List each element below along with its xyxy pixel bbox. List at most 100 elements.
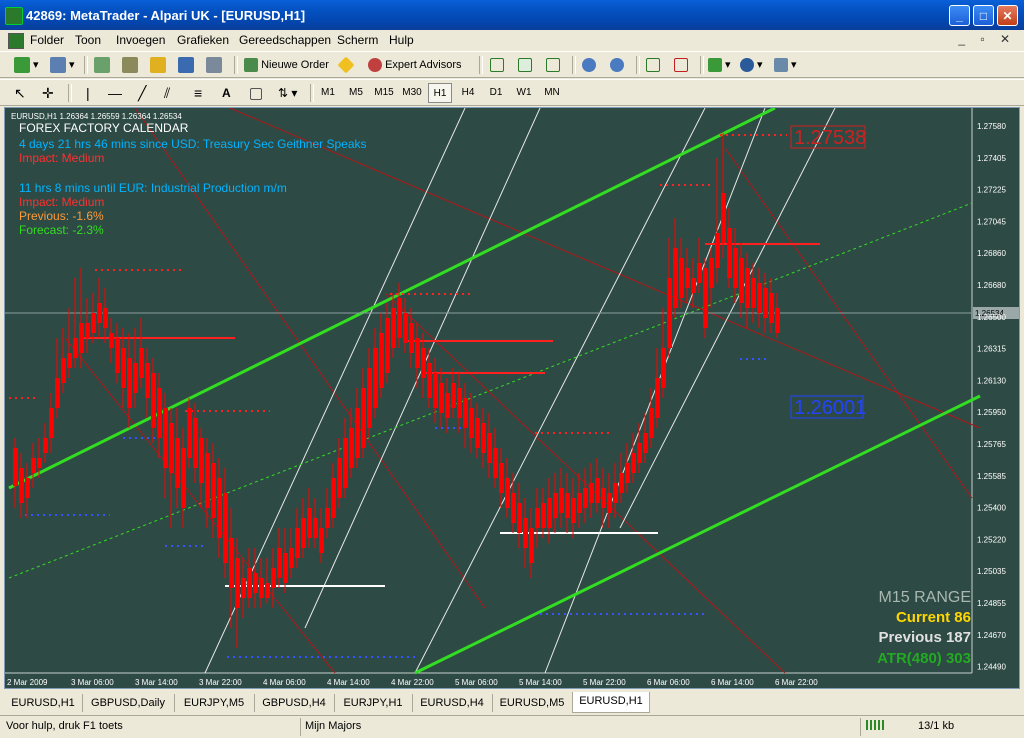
chart-window-icon[interactable] [8,33,24,49]
y-axis-tick-label: 1.26130 [977,376,1006,385]
expert-advisors-label: Expert Advisors [385,59,462,71]
expert-advisors-icon [368,58,382,73]
market-watch-icon[interactable] [94,55,110,75]
candle-body [427,363,432,398]
candlestick-chart-icon[interactable] [518,55,532,75]
tab-eurjpy-h1[interactable]: EURJPY,H1 [334,694,413,712]
candle-body [409,323,414,353]
fibonacci-icon[interactable]: ≡ [194,83,202,103]
candle-body [367,368,372,428]
horizontal-line-icon[interactable]: — [108,83,122,103]
candle-body [199,438,204,483]
navigator-icon[interactable] [150,55,166,75]
tab-eurusd-h1[interactable]: EURUSD,H1 [572,692,650,713]
candle-body [73,338,78,358]
periods-icon[interactable]: ▾ [740,55,763,75]
candle-body [283,553,288,583]
text-tool-icon[interactable]: A [222,83,231,103]
y-axis-tick-label: 1.25765 [977,440,1006,449]
tab-eurusd-m5[interactable]: EURUSD,M5 [492,694,573,712]
terminal-icon[interactable] [178,55,194,75]
timeframe-m5[interactable]: M5 [344,83,368,103]
expert-advisor-warning-icon[interactable] [337,55,355,75]
y-axis-tick-label: 1.24855 [977,599,1006,608]
indicators-icon[interactable]: ▾ [708,55,731,75]
candle-body [553,493,558,518]
x-axis-tick-label: 3 Mar 14:00 [135,678,178,687]
y-axis-tick-label: 1.26500 [977,313,1006,322]
timeframe-w1[interactable]: W1 [512,83,536,103]
cursor-icon[interactable]: ↖ [14,83,26,103]
bar-chart-icon[interactable] [490,55,504,75]
crosshair-icon[interactable]: ✛ [42,83,54,103]
minimize-button[interactable]: _ [949,5,970,26]
candle-body [739,258,744,303]
tab-gbpusd-daily[interactable]: GBPUSD,Daily [82,694,175,712]
tab-eurusd-h1[interactable]: EURUSD,H1 [4,694,83,712]
timeframe-d1[interactable]: D1 [484,83,508,103]
arrows-icon[interactable]: ⇅ ▾ [278,83,297,103]
data-window-icon[interactable] [122,55,138,75]
candle-body [445,393,450,418]
menu-hulp[interactable]: Hulp [389,33,414,47]
timeframe-m15[interactable]: M15 [372,83,396,103]
timeframe-h4[interactable]: H4 [456,83,480,103]
new-chart-icon[interactable]: ▾ [14,55,39,75]
candle-body [349,428,354,468]
mdi-window-buttons[interactable]: _ ▫ ✕ [958,32,1016,46]
candle-body [85,323,90,338]
candle-body [655,378,660,418]
strategy-tester-icon[interactable] [206,55,222,75]
candle-body [55,378,60,408]
candle-body [31,458,36,473]
profiles-icon[interactable]: ▾ [50,55,75,75]
chart-shift-icon[interactable] [674,55,688,75]
close-button[interactable]: ✕ [997,5,1018,26]
new-order-button[interactable]: Nieuwe Order [244,55,329,75]
candle-body [469,408,474,438]
expert-advisors-button[interactable]: Expert Advisors [368,55,461,75]
candle-body [265,583,270,598]
timeframe-m1[interactable]: M1 [316,83,340,103]
menu-invoegen[interactable]: Invoegen [116,33,165,47]
timeframe-mn[interactable]: MN [540,83,564,103]
candle-body [637,443,642,463]
timeframe-h1[interactable]: H1 [428,83,452,103]
menu-folder[interactable]: Folder [30,33,64,47]
x-axis-tick-label: 5 Mar 14:00 [519,678,562,687]
chart-window[interactable]: 1.27538 1.26001 1.26534 EURUSD,H1 1.2636… [4,106,1020,689]
tab-gbpusd-h4[interactable]: GBPUSD,H4 [254,694,335,712]
auto-scroll-icon[interactable] [646,55,660,75]
equidistant-channel-icon[interactable]: ⫽ [164,83,170,103]
zoom-in-icon[interactable] [582,55,596,75]
new-order-icon [244,58,258,73]
timeframe-m30[interactable]: M30 [400,83,424,103]
menu-grafieken[interactable]: Grafieken [177,33,229,47]
zoom-out-icon[interactable] [610,55,624,75]
text-label-icon[interactable] [250,83,262,103]
templates-icon[interactable]: ▾ [774,55,797,75]
status-help: Voor hulp, druk F1 toets [6,720,123,732]
vertical-line-icon[interactable]: | [86,83,90,103]
tab-eurusd-h4[interactable]: EURUSD,H4 [412,694,493,712]
candle-body [775,308,780,333]
menu-scherm[interactable]: Scherm [337,33,378,47]
candle-body [331,478,336,518]
candle-body [25,478,30,498]
candle-body [523,518,528,548]
y-axis-tick-label: 1.25220 [977,535,1006,544]
candle-body [37,458,42,468]
trendline-icon[interactable]: ╱ [138,83,146,103]
menu-gereedschappen[interactable]: Gereedschappen [239,33,331,47]
title-bar: 42869: MetaTrader - Alpari UK - [EURUSD,… [0,0,1024,30]
price-chart[interactable]: 1.27538 1.26001 1.26534 EURUSD,H1 1.2636… [5,106,1019,688]
new-order-label: Nieuwe Order [261,59,329,71]
candle-body [355,408,360,458]
candle-body [337,458,342,498]
candle-body [613,483,618,503]
maximize-button[interactable]: □ [973,5,994,26]
tab-eurjpy-m5[interactable]: EURJPY,M5 [174,694,255,712]
candle-body [463,398,468,428]
line-chart-icon[interactable] [546,55,560,75]
menu-toon[interactable]: Toon [75,33,101,47]
